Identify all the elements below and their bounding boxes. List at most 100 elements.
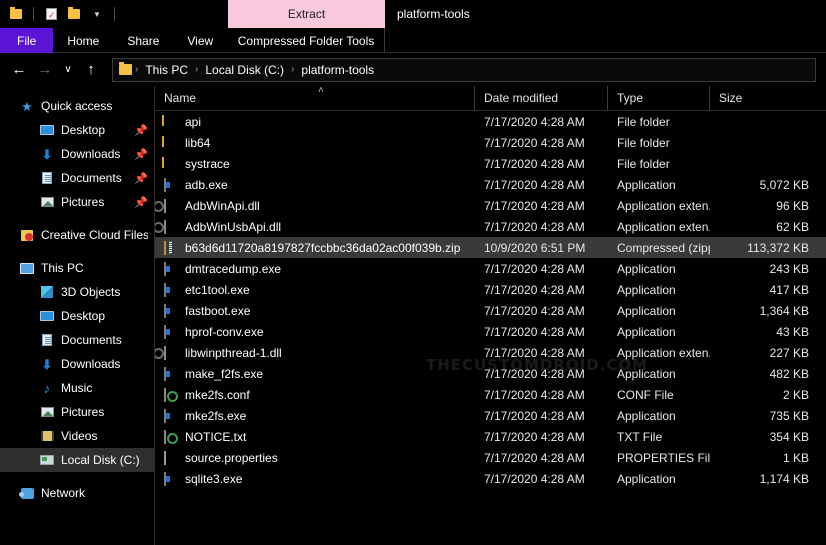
cell-type: File folder [608, 157, 710, 171]
sidebar-item-desktop[interactable]: Desktop 📌 [0, 118, 154, 142]
table-row[interactable]: b63d6d11720a8197827fccbbc36da02ac00f039b… [155, 237, 826, 258]
cell-date-modified: 7/17/2020 4:28 AM [475, 220, 608, 234]
sidebar-item-label: 3D Objects [61, 285, 120, 299]
column-header-type[interactable]: Type [608, 86, 710, 110]
sidebar-item-quick-access[interactable]: ★ Quick access [0, 94, 154, 118]
address-bar[interactable]: › This PC › Local Disk (C:) › platform-t… [112, 58, 816, 82]
pin-icon[interactable]: 📌 [134, 172, 148, 185]
recent-locations-button[interactable]: ∨ [58, 57, 78, 83]
sidebar-item-documents-pc[interactable]: Documents [0, 328, 154, 352]
sidebar-item-downloads[interactable]: ⬇ Downloads 📌 [0, 142, 154, 166]
dll-icon [164, 220, 178, 234]
table-row[interactable]: source.properties7/17/2020 4:28 AMPROPER… [155, 447, 826, 468]
table-row[interactable]: api7/17/2020 4:28 AMFile folder [155, 111, 826, 132]
cell-type: Application [608, 262, 710, 276]
column-header-name[interactable]: Name ˄ [155, 86, 475, 110]
cell-name: systrace [155, 157, 475, 171]
cell-size: 43 KB [710, 325, 821, 339]
cell-size: 227 KB [710, 346, 821, 360]
chevron-down-icon[interactable]: ▼ [87, 4, 107, 24]
table-row[interactable]: NOTICE.txt7/17/2020 4:28 AMTXT File354 K… [155, 426, 826, 447]
qat-properties-icon[interactable] [41, 4, 61, 24]
sidebar-item-pictures[interactable]: Pictures 📌 [0, 190, 154, 214]
pin-icon[interactable]: 📌 [134, 196, 148, 209]
file-list-pane: Name ˄ Date modified Type Size api7/17/2… [155, 86, 826, 545]
sidebar-item-3d-objects[interactable]: 3D Objects [0, 280, 154, 304]
monitor-icon [38, 308, 56, 324]
video-icon [38, 428, 56, 444]
sidebar-item-this-pc[interactable]: This PC [0, 256, 154, 280]
tab-view[interactable]: View [173, 28, 227, 53]
sidebar-item-music[interactable]: ♪ Music [0, 376, 154, 400]
sidebar-item-pictures-pc[interactable]: Pictures [0, 400, 154, 424]
table-row[interactable]: make_f2fs.exe7/17/2020 4:28 AMApplicatio… [155, 363, 826, 384]
table-row[interactable]: AdbWinUsbApi.dll7/17/2020 4:28 AMApplica… [155, 216, 826, 237]
table-row[interactable]: adb.exe7/17/2020 4:28 AMApplication5,072… [155, 174, 826, 195]
cell-size: 354 KB [710, 430, 821, 444]
cell-size: 482 KB [710, 367, 821, 381]
table-row[interactable]: AdbWinApi.dll7/17/2020 4:28 AMApplicatio… [155, 195, 826, 216]
cell-name: source.properties [155, 451, 475, 465]
table-row[interactable]: systrace7/17/2020 4:28 AMFile folder [155, 153, 826, 174]
sidebar-item-downloads-pc[interactable]: ⬇ Downloads [0, 352, 154, 376]
cell-type: Application exten... [608, 346, 710, 360]
file-name: NOTICE.txt [185, 430, 246, 444]
disk-drive-icon [38, 452, 56, 468]
sidebar-item-desktop-pc[interactable]: Desktop [0, 304, 154, 328]
cell-type: Application [608, 472, 710, 486]
tab-compressed-folder-tools[interactable]: Compressed Folder Tools [228, 28, 385, 53]
music-note-icon: ♪ [38, 380, 56, 396]
application-icon [164, 325, 178, 339]
table-row[interactable]: sqlite3.exe7/17/2020 4:28 AMApplication1… [155, 468, 826, 489]
column-header-size[interactable]: Size [710, 86, 821, 110]
extract-tab[interactable]: Extract [228, 0, 385, 28]
pin-icon[interactable]: 📌 [134, 124, 148, 137]
sidebar-item-creative-cloud-files[interactable]: Creative Cloud Files [0, 223, 154, 247]
sidebar-item-local-disk-c[interactable]: Local Disk (C:) [0, 448, 154, 472]
breadcrumb-platform-tools[interactable]: platform-tools [297, 63, 378, 77]
breadcrumb-local-disk[interactable]: Local Disk (C:) [201, 63, 288, 77]
table-row[interactable]: libwinpthread-1.dll7/17/2020 4:28 AMAppl… [155, 342, 826, 363]
window-title: platform-tools [397, 0, 470, 28]
pin-icon[interactable]: 📌 [134, 148, 148, 161]
cell-type: Application [608, 367, 710, 381]
cell-date-modified: 7/17/2020 4:28 AM [475, 115, 608, 129]
cell-date-modified: 7/17/2020 4:28 AM [475, 472, 608, 486]
sidebar-item-label: This PC [41, 261, 84, 275]
qat-folder-icon[interactable] [6, 4, 26, 24]
network-icon [18, 485, 36, 501]
folder-icon [164, 115, 178, 129]
back-button[interactable]: ← [6, 57, 32, 83]
table-row[interactable]: hprof-conv.exe7/17/2020 4:28 AMApplicati… [155, 321, 826, 342]
tab-home[interactable]: Home [53, 28, 113, 53]
file-name: b63d6d11720a8197827fccbbc36da02ac00f039b… [185, 241, 460, 255]
table-row[interactable]: dmtracedump.exe7/17/2020 4:28 AMApplicat… [155, 258, 826, 279]
cell-date-modified: 10/9/2020 6:51 PM [475, 241, 608, 255]
cell-type: CONF File [608, 388, 710, 402]
cell-date-modified: 7/17/2020 4:28 AM [475, 283, 608, 297]
forward-button[interactable]: → [32, 57, 58, 83]
qat-folder-dropdown-icon[interactable] [64, 4, 84, 24]
table-row[interactable]: etc1tool.exe7/17/2020 4:28 AMApplication… [155, 279, 826, 300]
up-button[interactable]: ↑ [78, 57, 104, 83]
table-row[interactable]: fastboot.exe7/17/2020 4:28 AMApplication… [155, 300, 826, 321]
cell-type: Application [608, 409, 710, 423]
sidebar-item-network[interactable]: Network [0, 481, 154, 505]
table-row[interactable]: mke2fs.exe7/17/2020 4:28 AMApplication73… [155, 405, 826, 426]
cell-date-modified: 7/17/2020 4:28 AM [475, 451, 608, 465]
table-row[interactable]: mke2fs.conf7/17/2020 4:28 AMCONF File2 K… [155, 384, 826, 405]
cell-size: 417 KB [710, 283, 821, 297]
column-header-date-modified[interactable]: Date modified [475, 86, 608, 110]
sidebar-item-videos[interactable]: Videos [0, 424, 154, 448]
application-icon [164, 472, 178, 486]
breadcrumb-this-pc[interactable]: This PC [141, 63, 192, 77]
sidebar-item-documents[interactable]: Documents 📌 [0, 166, 154, 190]
breadcrumb-separator: › [134, 64, 139, 75]
file-name: mke2fs.exe [185, 409, 246, 423]
application-icon [164, 283, 178, 297]
column-header-label: Name [164, 91, 196, 105]
table-row[interactable]: lib647/17/2020 4:28 AMFile folder [155, 132, 826, 153]
sidebar-item-label: Videos [61, 429, 97, 443]
tab-file[interactable]: File [0, 28, 53, 53]
tab-share[interactable]: Share [113, 28, 173, 53]
